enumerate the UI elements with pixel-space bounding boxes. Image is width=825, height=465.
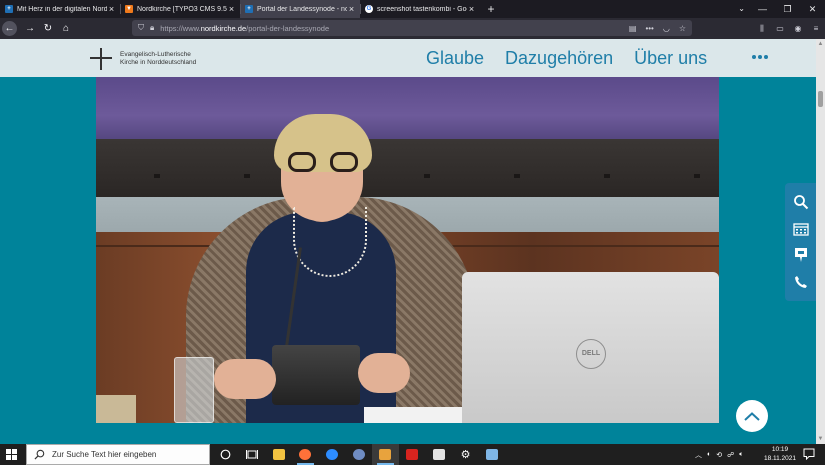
task-view-icon[interactable] (239, 444, 266, 465)
site-logo-text[interactable]: Evangelisch-Lutherische Kirche in Nordde… (120, 51, 196, 67)
pocket-icon[interactable]: ◡ (663, 24, 670, 33)
google-favicon-icon: G (365, 5, 373, 13)
lock-icon[interactable]: 🔒︎ (150, 23, 154, 33)
tab-title: Nordkirche [TYPO3 CMS 9.5.20 (137, 5, 227, 13)
tray-chevron-up-icon[interactable]: ︿ (695, 450, 702, 460)
tab-title: screenshot tastenkombi - Goo (377, 5, 467, 13)
file-explorer-icon[interactable] (265, 444, 292, 465)
nordkirche-favicon-icon: + (5, 5, 13, 13)
tab-title: Portal der Landessynode - nor (257, 5, 347, 13)
quick-tools-panel (785, 183, 816, 301)
chevron-up-icon (744, 411, 760, 421)
nav-dazugehoeren[interactable]: Dazugehören (505, 48, 613, 69)
scrollbar-thumb[interactable] (818, 91, 823, 107)
location-sign-icon[interactable] (790, 244, 812, 266)
zoom-icon[interactable] (319, 444, 346, 465)
notification-center-icon[interactable] (803, 448, 815, 460)
url-text[interactable]: https://www.nordkirche.de/portal-der-lan… (160, 24, 329, 33)
taskbar-clock[interactable]: 10:19 18.11.2021 (763, 446, 797, 463)
nav-glaube[interactable]: Glaube (426, 48, 484, 69)
taskbar-search-box[interactable]: Zur Suche Text hier eingeben (26, 444, 210, 465)
taskbar-search-placeholder: Zur Suche Text hier eingeben (52, 450, 157, 459)
tab-title: Mit Herz in der digitalen Nordk (17, 5, 107, 13)
forward-arrow-icon[interactable]: → (21, 20, 39, 38)
nordkirche-favicon-icon: + (245, 5, 253, 13)
url-bar[interactable]: ⛉ 🔒︎ https://www.nordkirche.de/portal-de… (132, 20, 692, 36)
windows-taskbar: Zur Suche Text hier eingeben ⚙ ︿ ◐ ⟲ ☍ 🔈… (0, 444, 825, 465)
url-bar-actions: ▤ ••• ◡ ☆ (629, 20, 686, 36)
close-icon[interactable]: × (107, 4, 116, 14)
maximize-icon[interactable]: ❐ (775, 0, 800, 18)
sidebar-icon[interactable]: ▭ (771, 24, 789, 33)
window-controls: — ❐ ✕ (750, 0, 825, 18)
clock-date: 18.11.2021 (763, 454, 797, 462)
typo3-favicon-icon: ▼ (125, 5, 133, 13)
account-icon[interactable]: ◉ (789, 24, 807, 33)
calendar-icon[interactable] (790, 218, 812, 240)
tab-0[interactable]: + Mit Herz in der digitalen Nordk × (0, 0, 120, 18)
toolbar-right-icons: ⫼ ▭ ◉ ≡ (753, 18, 825, 39)
scroll-down-icon[interactable]: ▼ (817, 436, 824, 442)
more-menu-dots-icon[interactable] (752, 55, 768, 59)
page-scrollbar[interactable]: ▲ ▼ (816, 39, 825, 444)
windows-start-icon[interactable] (6, 449, 17, 460)
scroll-up-icon[interactable]: ▲ (817, 41, 824, 47)
search-icon (34, 449, 45, 460)
back-arrow-icon[interactable]: ← (2, 21, 17, 36)
app-icon[interactable] (345, 444, 372, 465)
main-navigation: Glaube Dazugehören Über uns (426, 48, 707, 69)
scroll-to-top-button[interactable] (736, 400, 768, 432)
firefox-icon[interactable] (292, 444, 319, 465)
page-actions-dots-icon[interactable]: ••• (645, 24, 653, 33)
web-page: Evangelisch-Lutherische Kirche in Nordde… (0, 39, 816, 444)
remote-desktop-icon[interactable] (479, 444, 506, 465)
microphone-unit (272, 345, 360, 405)
dell-logo: DELL (576, 339, 606, 369)
close-icon[interactable]: × (347, 4, 356, 14)
tab-2[interactable]: + Portal der Landessynode - nor × (240, 0, 360, 18)
cortana-icon[interactable] (212, 444, 239, 465)
system-tray: ︿ ◐ ⟲ ☍ 🔈︎ (695, 444, 743, 465)
browser-tab-bar: + Mit Herz in der digitalen Nordk × ▼ No… (0, 0, 825, 18)
tab-1[interactable]: ▼ Nordkirche [TYPO3 CMS 9.5.20 × (120, 0, 240, 18)
tray-status-icon[interactable]: ◐ (707, 451, 711, 458)
network-icon[interactable]: ☍ (727, 451, 734, 459)
library-icon[interactable]: ⫼ (753, 24, 771, 34)
tray-sync-icon[interactable]: ⟲ (716, 451, 722, 459)
tab-list-chevron-icon[interactable]: ⌄ (738, 0, 745, 18)
new-tab-button[interactable]: + (480, 0, 502, 18)
shield-icon[interactable]: ⛉ (138, 23, 144, 33)
store-icon[interactable] (426, 444, 453, 465)
taskbar-apps: ⚙ (212, 444, 506, 465)
cross-logo-icon[interactable] (90, 48, 112, 70)
screen: + Mit Herz in der digitalen Nordk × ▼ No… (0, 0, 825, 465)
reader-view-icon[interactable]: ▤ (629, 24, 637, 33)
settings-gear-icon[interactable]: ⚙ (452, 444, 479, 465)
tab-3[interactable]: G screenshot tastenkombi - Goo × (360, 0, 480, 18)
acrobat-icon[interactable] (399, 444, 426, 465)
outlook-icon[interactable] (372, 444, 399, 465)
close-icon[interactable]: × (467, 4, 476, 14)
nav-ueber-uns[interactable]: Über uns (634, 48, 707, 69)
phone-icon[interactable] (790, 271, 812, 293)
minimize-icon[interactable]: — (750, 0, 775, 18)
volume-icon[interactable]: 🔈︎ (739, 451, 743, 459)
close-window-icon[interactable]: ✕ (800, 0, 825, 18)
reload-icon[interactable]: ↻ (39, 20, 57, 38)
menu-icon[interactable]: ≡ (807, 24, 825, 33)
bookmark-star-icon[interactable]: ☆ (679, 24, 686, 33)
clock-time: 10:19 (771, 446, 789, 453)
synod-video-frame[interactable]: DELL (96, 77, 719, 423)
browser-toolbar: ← → ↻ ⌂ ⛉ 🔒︎ https://www.nordkirche.de/p… (0, 18, 825, 39)
water-glass (174, 357, 214, 423)
site-header: Evangelisch-Lutherische Kirche in Nordde… (0, 39, 816, 77)
home-icon[interactable]: ⌂ (57, 20, 75, 38)
close-icon[interactable]: × (227, 4, 236, 14)
search-icon[interactable] (790, 191, 812, 213)
